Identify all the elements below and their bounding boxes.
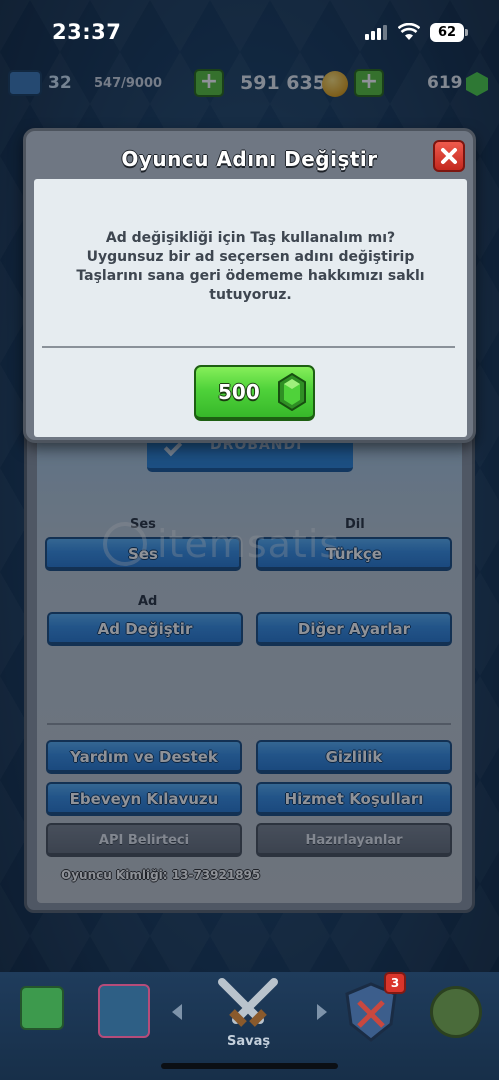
- nav-label-battle: Savaş: [227, 1034, 271, 1049]
- close-icon: [441, 148, 457, 164]
- gem-cost-label: 500: [218, 380, 260, 404]
- close-button[interactable]: [433, 140, 465, 172]
- cards-icon[interactable]: [98, 984, 150, 1038]
- dialog-message-line: Taşlarını sana geri ödememe hakkımızı sa…: [76, 268, 425, 284]
- dialog-body: Ad değişikliği için Taş kullanalım mı? U…: [34, 179, 467, 437]
- battery-icon: 62: [430, 23, 464, 42]
- nav-right-arrow-icon[interactable]: [317, 1004, 327, 1020]
- dialog-message-line: Uygunsuz bir ad seçersen adını değiştiri…: [86, 249, 415, 265]
- clan-notification-badge: 3: [384, 972, 406, 994]
- cellular-signal-icon: [365, 25, 387, 40]
- dialog-title: Oyuncu Adını Değiştir: [121, 147, 378, 171]
- nav-left-arrow-icon[interactable]: [172, 1004, 182, 1020]
- dialog-message: Ad değişikliği için Taş kullanalım mı? U…: [54, 229, 447, 305]
- dialog-divider: [42, 346, 455, 348]
- change-name-dialog: Oyuncu Adını Değiştir Ad değişikliği içi…: [23, 128, 476, 443]
- battery-tip: [465, 29, 468, 36]
- status-time: 23:37: [52, 20, 122, 44]
- dialog-message-line: tutuyoruz.: [209, 287, 292, 303]
- home-indicator: [161, 1063, 338, 1069]
- status-bar: 23:37 62: [0, 0, 499, 66]
- wifi-icon: [398, 23, 420, 40]
- events-icon[interactable]: [430, 986, 482, 1038]
- gem-icon: [278, 373, 306, 411]
- pay-gems-button[interactable]: 500: [194, 365, 315, 421]
- dialog-message-line: Ad değişikliği için Taş kullanalım mı?: [105, 230, 396, 246]
- shop-icon[interactable]: [20, 986, 64, 1030]
- battle-icon[interactable]: [212, 974, 284, 1034]
